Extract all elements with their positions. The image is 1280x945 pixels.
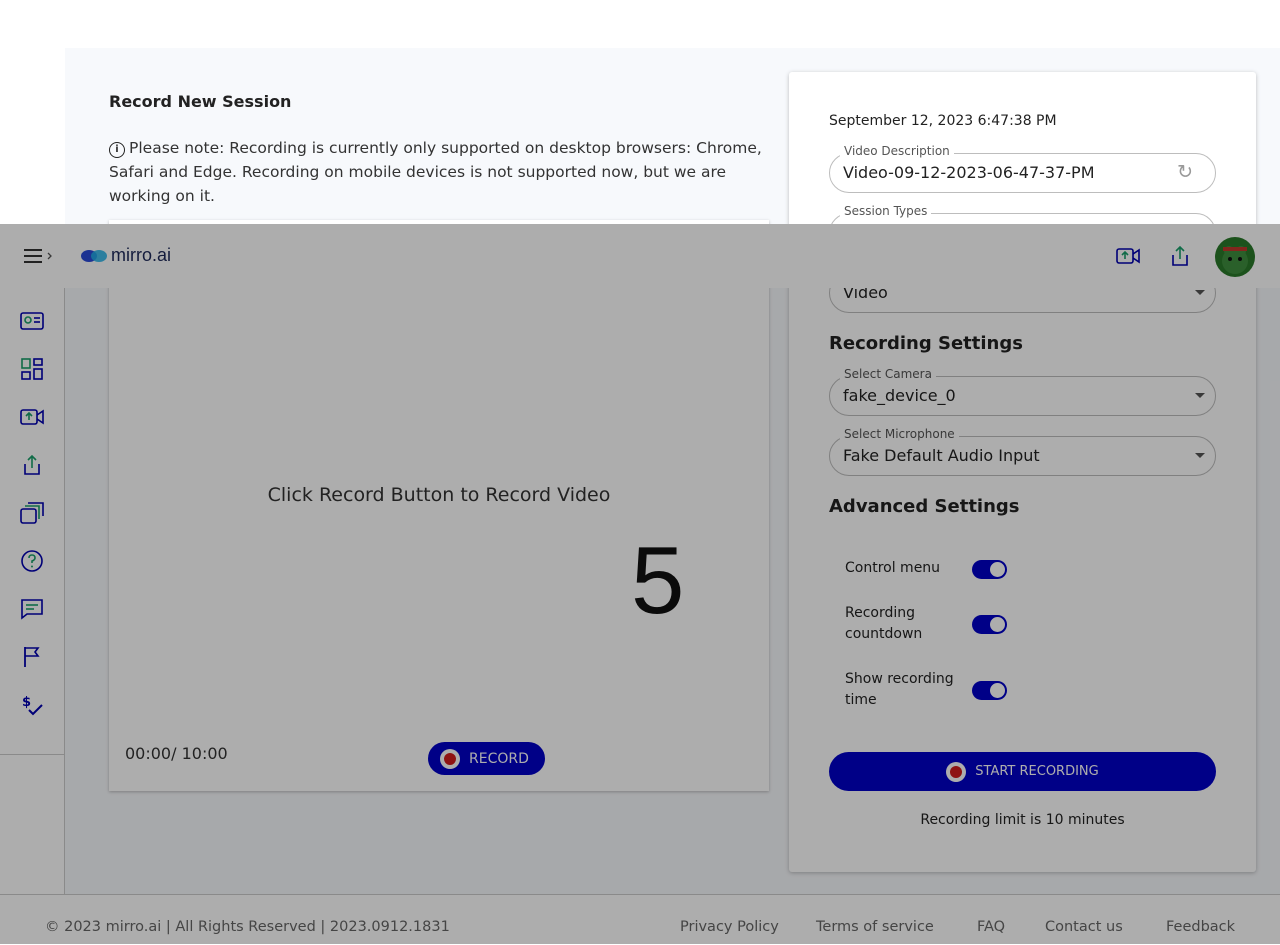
mirro-logo[interactable]: mirro.ai	[80, 245, 171, 266]
chevron-down-icon	[1195, 453, 1205, 458]
footer-link-terms[interactable]: Terms of service	[816, 919, 934, 935]
recording-countdown-toggle[interactable]	[972, 615, 1007, 634]
avatar[interactable]	[1215, 237, 1255, 277]
share-icon[interactable]	[1164, 240, 1196, 272]
show-recording-time-label: Show recording time	[845, 671, 954, 708]
video-hint-text: Click Record Button to Record Video	[267, 484, 611, 506]
recording-settings-card: September 12, 2023 6:47:38 PM Video Desc…	[789, 72, 1256, 872]
session-datetime: September 12, 2023 6:47:38 PM	[829, 113, 1057, 129]
camera-select[interactable]: Select Camera fake_device_0	[829, 367, 1216, 416]
logo-text: mirro.ai	[111, 245, 172, 265]
footer-link-contact[interactable]: Contact us	[1045, 919, 1123, 935]
control-menu-toggle[interactable]	[972, 560, 1007, 579]
grid-icon[interactable]	[18, 355, 46, 383]
countdown-number: 5	[631, 527, 685, 634]
video-description-label: Video Description	[840, 144, 954, 158]
flag-icon[interactable]	[18, 643, 46, 671]
record-button-label: RECORD	[469, 750, 529, 767]
record-dot-icon	[946, 761, 967, 782]
video-description-value: Video-09-12-2023-06-47-37-PM	[843, 163, 1095, 182]
advanced-settings-heading: Advanced Settings	[829, 496, 1020, 517]
microphone-select[interactable]: Select Microphone Fake Default Audio Inp…	[829, 427, 1216, 476]
sidebar: $	[0, 288, 65, 755]
microphone-value: Fake Default Audio Input	[843, 446, 1040, 465]
footer-link-privacy[interactable]: Privacy Policy	[680, 919, 779, 935]
camera-value: fake_device_0	[843, 386, 956, 405]
video-preview-panel: Click Record Button to Record Video 5 00…	[109, 220, 769, 791]
note-text: Please note: Recording is currently only…	[109, 139, 762, 205]
footer: © 2023 mirro.ai | All Rights Reserved | …	[0, 894, 1280, 945]
start-recording-label: START RECORDING	[975, 764, 1099, 779]
record-dot-icon	[440, 748, 460, 769]
upload-video-icon[interactable]	[1112, 240, 1144, 272]
chevron-down-icon	[1195, 393, 1205, 398]
footer-link-feedback[interactable]: Feedback	[1166, 919, 1235, 935]
share-icon[interactable]	[18, 451, 46, 479]
chat-icon[interactable]	[18, 595, 46, 623]
record-button[interactable]: RECORD	[428, 742, 545, 775]
session-types-label: Session Types	[840, 204, 932, 218]
page-title: Record New Session	[109, 92, 292, 111]
recording-countdown-label: Recording countdown	[845, 605, 923, 642]
camera-label: Select Camera	[840, 367, 936, 381]
recording-timer: 00:00/ 10:00	[125, 744, 228, 763]
copyright-text: © 2023 mirro.ai | All Rights Reserved | …	[45, 919, 450, 935]
recording-limit-text: Recording limit is 10 minutes	[920, 812, 1125, 828]
chevron-down-icon	[1195, 290, 1205, 295]
video-description-field[interactable]: Video Description Video-09-12-2023-06-47…	[829, 144, 1216, 193]
browser-support-note: i Please note: Recording is currently onl…	[109, 136, 769, 208]
billing-icon[interactable]: $	[18, 691, 46, 719]
app-header	[0, 224, 1280, 288]
start-recording-button[interactable]: START RECORDING	[829, 752, 1216, 791]
logo-icon	[81, 249, 107, 262]
help-icon[interactable]	[18, 547, 46, 575]
control-menu-label: Control menu	[845, 560, 941, 576]
upload-video-icon[interactable]	[18, 403, 46, 431]
show-recording-time-toggle[interactable]	[972, 681, 1007, 700]
refresh-icon[interactable]: ↻	[1177, 163, 1193, 182]
info-icon: i	[109, 142, 125, 158]
microphone-label: Select Microphone	[840, 427, 959, 441]
sidebar-divider	[64, 754, 65, 894]
menu-icon[interactable]	[24, 248, 56, 268]
library-icon[interactable]	[18, 499, 46, 527]
footer-link-faq[interactable]: FAQ	[977, 919, 1005, 935]
recording-settings-heading: Recording Settings	[829, 333, 1023, 354]
dashboard-card-icon[interactable]	[18, 307, 46, 335]
svg-text:$: $	[22, 695, 31, 710]
